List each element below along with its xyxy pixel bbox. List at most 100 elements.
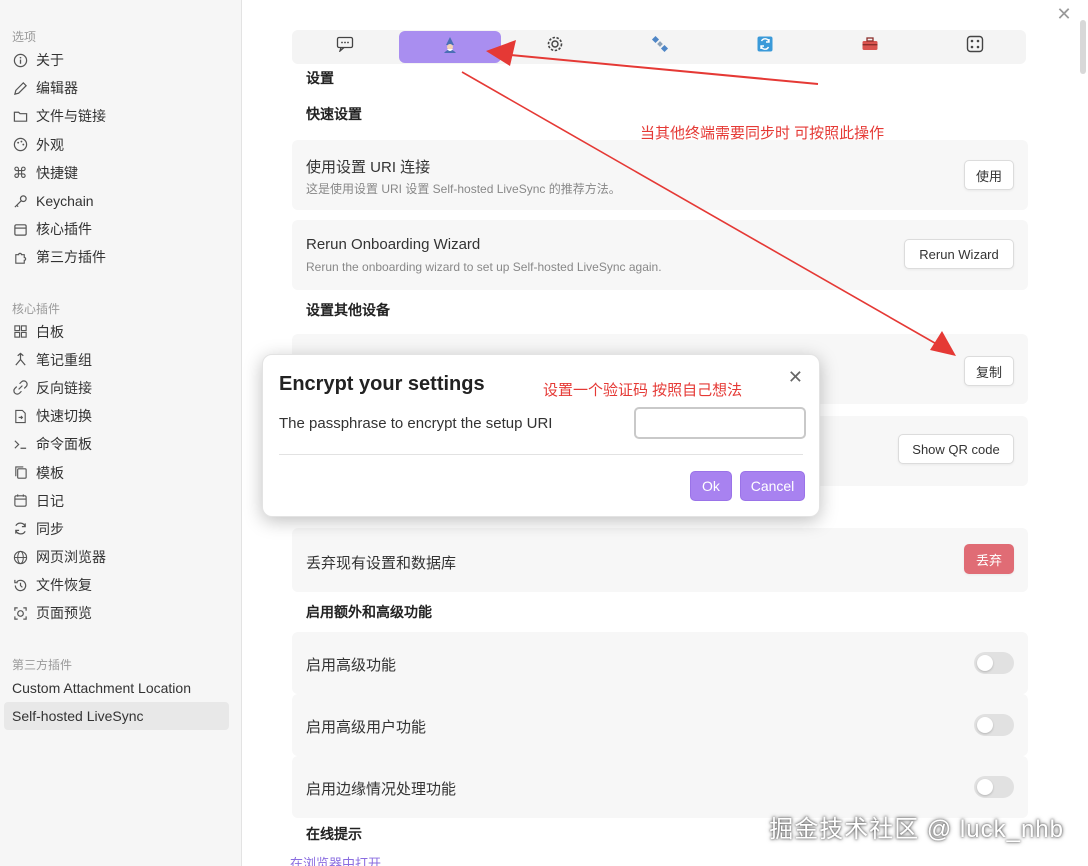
sidebar-item-daily-notes[interactable]: 日记 bbox=[0, 487, 241, 515]
close-icon[interactable]: ✕ bbox=[788, 367, 803, 388]
sidebar-item-hotkeys[interactable]: ⌘ 快捷键 bbox=[0, 159, 241, 187]
copy-button[interactable]: 复制 bbox=[964, 356, 1014, 386]
sidebar-item-label: Self-hosted LiveSync bbox=[12, 707, 144, 724]
sidebar-group-options-title: 选项 bbox=[12, 30, 37, 44]
sidebar-item-label: 快捷键 bbox=[36, 164, 78, 181]
rerun-wizard-button[interactable]: Rerun Wizard bbox=[904, 239, 1014, 269]
preview-icon bbox=[12, 605, 28, 621]
sidebar-item-label: 笔记重组 bbox=[36, 351, 92, 368]
advanced-toggle[interactable] bbox=[974, 652, 1014, 674]
use-uri-button[interactable]: 使用 bbox=[964, 160, 1014, 190]
sidebar-item-canvas[interactable]: 白板 bbox=[0, 318, 241, 346]
setting-name: 启用高级用户功能 bbox=[306, 719, 427, 736]
tab-remote[interactable] bbox=[609, 30, 711, 62]
open-in-browser-link[interactable]: 在浏览器中打开 bbox=[290, 853, 381, 866]
sidebar-item-file-recovery[interactable]: 文件恢复 bbox=[0, 571, 241, 599]
calendar-box-icon bbox=[12, 221, 28, 237]
setting-description: 这是使用设置 URI 设置 Self-hosted LiveSync 的推荐方法… bbox=[306, 182, 621, 196]
sidebar-item-label: 页面预览 bbox=[36, 605, 92, 622]
tab-chat[interactable] bbox=[294, 30, 396, 62]
sidebar-item-label: 第三方插件 bbox=[36, 249, 106, 266]
sidebar-item-label: Keychain bbox=[36, 193, 94, 210]
setting-row-rerun-wizard: Rerun Onboarding Wizard Rerun the onboar… bbox=[292, 220, 1028, 290]
sidebar-item-label: 核心插件 bbox=[36, 221, 92, 238]
setting-row-uri-connect: 使用设置 URI 连接 这是使用设置 URI 设置 Self-hosted Li… bbox=[292, 140, 1028, 210]
key-icon bbox=[12, 193, 28, 209]
backlink-icon bbox=[12, 380, 28, 396]
sidebar-item-label: 外观 bbox=[36, 136, 64, 153]
sidebar-item-label: 模板 bbox=[36, 464, 64, 481]
sidebar-item-templates[interactable]: 模板 bbox=[0, 458, 241, 486]
livesync-tabbar bbox=[292, 30, 1026, 64]
sidebar-item-custom-attachment-location[interactable]: Custom Attachment Location bbox=[0, 674, 241, 702]
copy-icon bbox=[12, 465, 28, 481]
wizard-icon bbox=[441, 36, 459, 59]
sidebar-item-files-links[interactable]: 文件与链接 bbox=[0, 102, 241, 130]
info-icon bbox=[12, 52, 28, 68]
cancel-button[interactable]: Cancel bbox=[740, 471, 805, 501]
sidebar-item-quick-switcher[interactable]: 快速切换 bbox=[0, 402, 241, 430]
section-other-devices: 设置其他设备 bbox=[306, 302, 390, 318]
sync-icon bbox=[12, 521, 28, 537]
annotation-passphrase-note: 设置一个验证码 按照自己想法 bbox=[543, 382, 743, 399]
sidebar-item-about[interactable]: 关于 bbox=[0, 46, 241, 74]
page-title: 设置 bbox=[306, 70, 334, 86]
setting-description: Rerun the onboarding wizard to set up Se… bbox=[306, 260, 662, 274]
setting-row-advanced: 启用高级功能 bbox=[292, 632, 1028, 694]
sidebar-group-third-party-title: 第三方插件 bbox=[12, 657, 73, 672]
tab-settings[interactable] bbox=[504, 30, 606, 62]
sidebar-item-keychain[interactable]: Keychain bbox=[0, 187, 241, 215]
toolbox-icon bbox=[861, 36, 879, 57]
gear-icon bbox=[546, 35, 564, 58]
sidebar-item-editor[interactable]: 编辑器 bbox=[0, 74, 241, 102]
dialog-title: Encrypt your settings bbox=[279, 373, 485, 395]
show-qr-button[interactable]: Show QR code bbox=[898, 434, 1014, 464]
sidebar-item-label: 快速切换 bbox=[36, 408, 92, 425]
globe-icon bbox=[12, 549, 28, 565]
dice-icon bbox=[966, 35, 984, 58]
sidebar-item-label: 网页浏览器 bbox=[36, 549, 106, 566]
sync-box-icon bbox=[756, 35, 774, 58]
setting-name: 启用边缘情况处理功能 bbox=[306, 781, 457, 798]
sidebar-item-command-palette[interactable]: 命令面板 bbox=[0, 430, 241, 458]
merge-icon bbox=[12, 352, 28, 368]
sidebar-item-note-composer[interactable]: 笔记重组 bbox=[0, 346, 241, 374]
sidebar-item-self-hosted-livesync[interactable]: Self-hosted LiveSync bbox=[4, 701, 229, 730]
settings-sidebar: 选项 关于 编辑器 文件与链接 外观 ⌘ 快捷键 Keychain 核心插件 第… bbox=[0, 0, 242, 866]
ok-button[interactable]: Ok bbox=[690, 471, 732, 501]
sidebar-item-label: Custom Attachment Location bbox=[12, 679, 191, 696]
sidebar-item-web-browser[interactable]: 网页浏览器 bbox=[0, 543, 241, 571]
sidebar-item-label: 命令面板 bbox=[36, 436, 92, 453]
section-advanced: 启用额外和高级功能 bbox=[306, 604, 432, 620]
sidebar-item-sync[interactable]: 同步 bbox=[0, 515, 241, 543]
tab-sync-settings[interactable] bbox=[714, 30, 816, 62]
setting-row-discard: 丢弃现有设置和数据库 丢弃 bbox=[292, 528, 1028, 592]
sidebar-item-page-preview[interactable]: 页面预览 bbox=[0, 599, 241, 627]
satellite-icon bbox=[651, 35, 669, 58]
sidebar-item-third-party-plugins[interactable]: 第三方插件 bbox=[0, 243, 241, 271]
encrypt-settings-dialog: Encrypt your settings 设置一个验证码 按照自己想法 ✕ T… bbox=[262, 354, 820, 517]
grid-icon bbox=[12, 324, 28, 340]
setting-name: 使用设置 URI 连接 bbox=[306, 159, 431, 176]
annotation-sync-note: 当其他终端需要同步时 可按照此操作 bbox=[640, 125, 885, 142]
tab-hatch[interactable] bbox=[819, 30, 921, 62]
sidebar-item-label: 文件与链接 bbox=[36, 108, 106, 125]
palette-icon bbox=[12, 137, 28, 153]
puzzle-icon bbox=[12, 249, 28, 265]
tab-advanced[interactable] bbox=[924, 30, 1026, 62]
sidebar-item-label: 关于 bbox=[36, 52, 64, 69]
watermark: 掘金技术社区 @ luck_nhb bbox=[769, 816, 1064, 843]
sidebar-item-label: 编辑器 bbox=[36, 80, 78, 97]
sidebar-item-appearance[interactable]: 外观 bbox=[0, 131, 241, 159]
setting-name: 丢弃现有设置和数据库 bbox=[306, 555, 457, 572]
power-user-toggle[interactable] bbox=[974, 714, 1014, 736]
terminal-icon bbox=[12, 436, 28, 452]
tab-wizard[interactable] bbox=[399, 31, 501, 63]
discard-button[interactable]: 丢弃 bbox=[964, 544, 1014, 574]
sidebar-item-backlinks[interactable]: 反向链接 bbox=[0, 374, 241, 402]
edge-case-toggle[interactable] bbox=[974, 776, 1014, 798]
close-icon[interactable]: ✕ bbox=[1056, 5, 1072, 23]
sidebar-item-core-plugins[interactable]: 核心插件 bbox=[0, 215, 241, 243]
passphrase-input[interactable] bbox=[634, 407, 806, 439]
scrollbar[interactable] bbox=[1080, 20, 1086, 74]
